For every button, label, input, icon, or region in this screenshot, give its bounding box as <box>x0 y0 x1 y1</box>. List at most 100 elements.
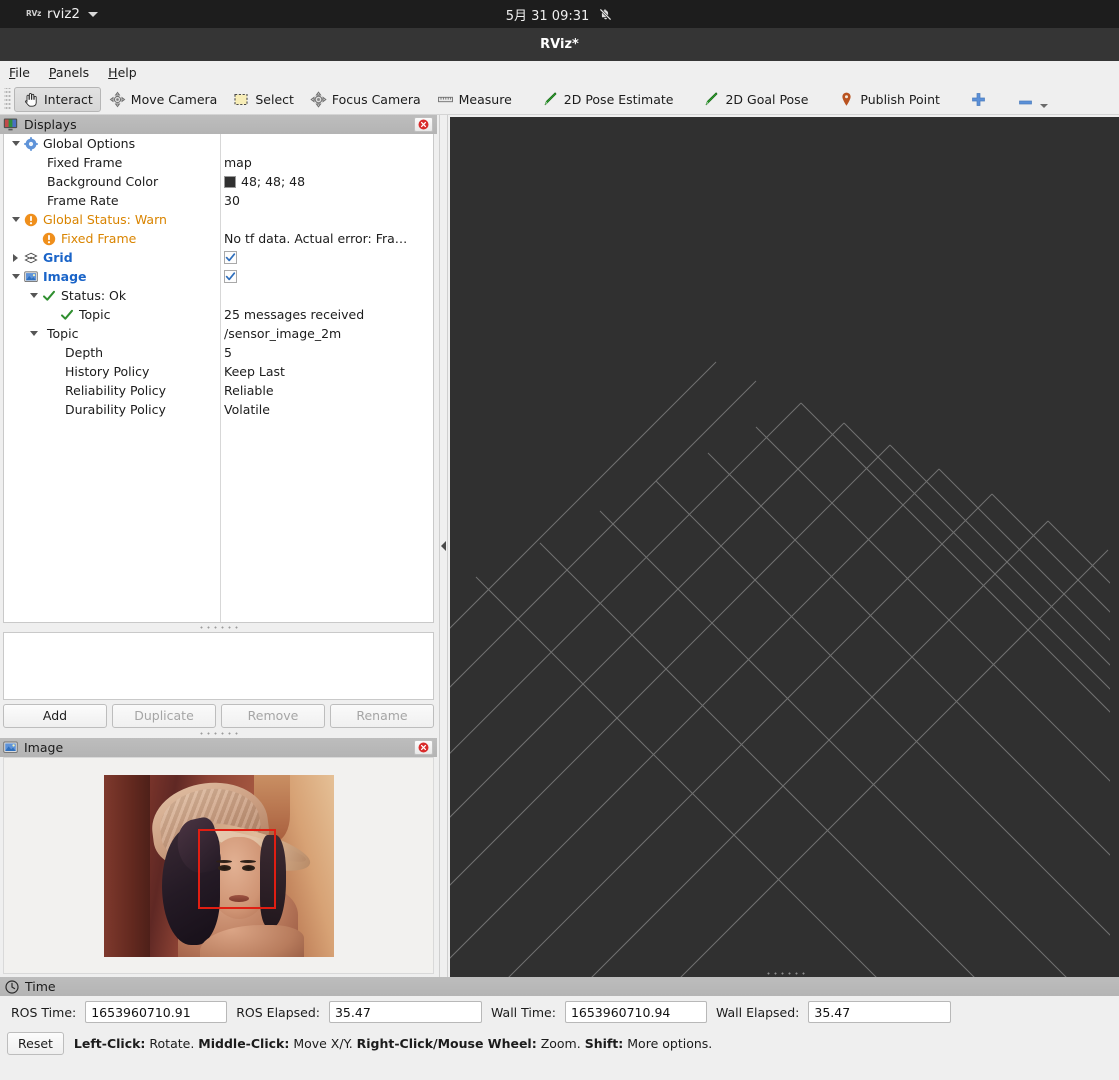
tree-value-cell[interactable]: 48; 48; 48 <box>224 172 305 191</box>
image-panel-title: Image <box>24 740 64 755</box>
chevron-down-icon[interactable] <box>1039 103 1048 108</box>
displays-panel-header: Displays <box>0 115 437 134</box>
tree-item-label: Background Color <box>47 174 159 189</box>
detection-bounding-box <box>197 828 276 909</box>
tree-value-cell[interactable]: Keep Last <box>224 362 285 381</box>
grid-overlay <box>450 361 1110 977</box>
tree-value-cell[interactable] <box>224 251 237 264</box>
remove-button[interactable]: Remove <box>221 703 325 728</box>
system-app-indicator[interactable]: RVz rviz2 <box>26 6 99 22</box>
toolbar-drag-handle[interactable] <box>4 88 11 110</box>
displays-tree[interactable]: Global Options Fixed Frame map Background C… <box>3 134 434 623</box>
tree-row[interactable]: Fixed Frame No tf data. Actual error: Fra… <box>4 229 433 248</box>
duplicate-button[interactable]: Duplicate <box>112 703 216 728</box>
color-swatch[interactable] <box>224 175 236 188</box>
tree-expander[interactable] <box>7 274 24 279</box>
tool-publish-point[interactable]: Publish Point <box>830 87 948 112</box>
tool-remove-minus[interactable] <box>1009 87 1056 112</box>
tree-expander[interactable] <box>7 141 24 146</box>
tool-2d-goal-pose[interactable]: 2D Goal Pose <box>695 87 816 112</box>
tool-measure-label: Measure <box>458 91 512 107</box>
image-display-area[interactable] <box>3 757 434 974</box>
tool-interact[interactable]: Interact <box>14 86 101 112</box>
tree-row[interactable]: Grid <box>4 248 433 267</box>
tool-move-camera[interactable]: Move Camera <box>101 87 226 112</box>
panel-splitter[interactable] <box>437 115 450 977</box>
image-panel-close-button[interactable] <box>414 740 433 755</box>
menu-panels-rest: anels <box>55 65 90 80</box>
tree-value-cell[interactable]: map <box>224 153 252 172</box>
mouse-hints: Left-Click: Rotate. Middle-Click: Move X… <box>74 1036 712 1051</box>
chevron-down-icon[interactable] <box>88 11 99 17</box>
tree-item-value: 30 <box>224 193 240 208</box>
tree-row[interactable]: Global Status: Warn <box>4 210 433 229</box>
system-clock-area[interactable]: 5月 31 09:31 <box>460 5 660 24</box>
tool-select[interactable]: Select <box>225 87 302 112</box>
ros-elapsed-field[interactable]: 35.47 <box>328 1001 482 1023</box>
tree-row[interactable]: Reliability Policy Reliable <box>4 381 433 400</box>
tree-value-cell[interactable]: /sensor_image_2m <box>224 324 341 343</box>
green-arrow-icon <box>544 91 557 105</box>
hint-text: Zoom. <box>536 1035 585 1051</box>
tree-row[interactable]: Depth 5 <box>4 343 433 362</box>
main-area: Displays Global Options Fixed Frame map Bac… <box>0 115 1119 977</box>
tree-row[interactable]: History Policy Keep Last <box>4 362 433 381</box>
tree-row[interactable]: Image <box>4 267 433 286</box>
focus-camera-icon <box>310 90 327 108</box>
menu-panels[interactable]: Panels <box>49 65 89 80</box>
add-button[interactable]: Add <box>3 703 107 728</box>
map-pin-icon <box>842 92 851 106</box>
tool-2d-pose-estimate[interactable]: 2D Pose Estimate <box>534 87 682 112</box>
tree-row[interactable]: Global Options <box>4 134 433 153</box>
collapse-left-panel-icon[interactable] <box>441 541 446 551</box>
tree-item-value: 48; 48; 48 <box>241 174 306 189</box>
tree-expander[interactable] <box>25 293 42 298</box>
rename-button[interactable]: Rename <box>330 703 434 728</box>
tree-expander[interactable] <box>7 253 24 262</box>
tree-value-cell[interactable]: No tf data. Actual error: Fra… <box>224 229 407 248</box>
tool-move-camera-label: Move Camera <box>130 91 218 107</box>
displays-panel-close-button[interactable] <box>414 117 433 132</box>
tree-expander[interactable] <box>7 217 24 222</box>
tree-item-value: map <box>224 155 252 170</box>
tree-item-checkbox[interactable] <box>224 270 237 283</box>
tree-value-cell[interactable] <box>224 270 237 283</box>
tree-expander[interactable] <box>25 331 42 336</box>
menu-help[interactable]: Help <box>108 65 137 80</box>
render-view-resize-grip[interactable] <box>764 972 805 975</box>
menu-file[interactable]: File <box>9 65 30 80</box>
displays-help-splitter[interactable] <box>3 623 434 632</box>
displays-image-splitter[interactable] <box>0 728 437 738</box>
tree-value-cell[interactable]: 25 messages received <box>224 305 364 324</box>
tree-row[interactable]: Status: Ok <box>4 286 433 305</box>
system-clock-text: 5月 31 09:31 <box>505 8 590 24</box>
tool-focus-camera[interactable]: Focus Camera <box>302 87 429 112</box>
chevron-down-icon <box>11 274 20 279</box>
bell-muted-icon[interactable] <box>598 7 613 22</box>
chevron-down-icon <box>29 293 38 298</box>
warning-icon <box>24 213 38 226</box>
tree-row[interactable]: Fixed Frame map <box>4 153 433 172</box>
tree-row[interactable]: Background Color 48; 48; 48 <box>4 172 433 191</box>
reset-button[interactable]: Reset <box>7 1031 64 1055</box>
tree-item-label: Fixed Frame <box>61 231 137 246</box>
render-view-3d[interactable] <box>450 117 1119 977</box>
tree-value-cell[interactable]: 30 <box>224 191 240 210</box>
tree-value-cell[interactable]: Reliable <box>224 381 274 400</box>
tree-item-checkbox[interactable] <box>224 251 237 264</box>
tree-item-label: History Policy <box>65 364 150 379</box>
tree-row[interactable]: Frame Rate 30 <box>4 191 433 210</box>
tool-measure[interactable]: Measure <box>429 87 520 112</box>
tree-item-label: Depth <box>65 345 104 360</box>
tree-value-cell[interactable]: Volatile <box>224 400 270 419</box>
chevron-down-icon <box>29 331 38 336</box>
ros-time-field[interactable]: 1653960710.91 <box>85 1001 228 1023</box>
wall-elapsed-field[interactable]: 35.47 <box>808 1001 952 1023</box>
tree-row[interactable]: Topic/sensor_image_2m <box>4 324 433 343</box>
tree-row[interactable]: Topic 25 messages received <box>4 305 433 324</box>
chevron-right-icon <box>13 253 18 262</box>
wall-time-field[interactable]: 1653960710.94 <box>564 1001 707 1023</box>
tree-value-cell[interactable]: 5 <box>224 343 232 362</box>
tree-row[interactable]: Durability Policy Volatile <box>4 400 433 419</box>
tool-add-plus[interactable] <box>962 87 995 112</box>
